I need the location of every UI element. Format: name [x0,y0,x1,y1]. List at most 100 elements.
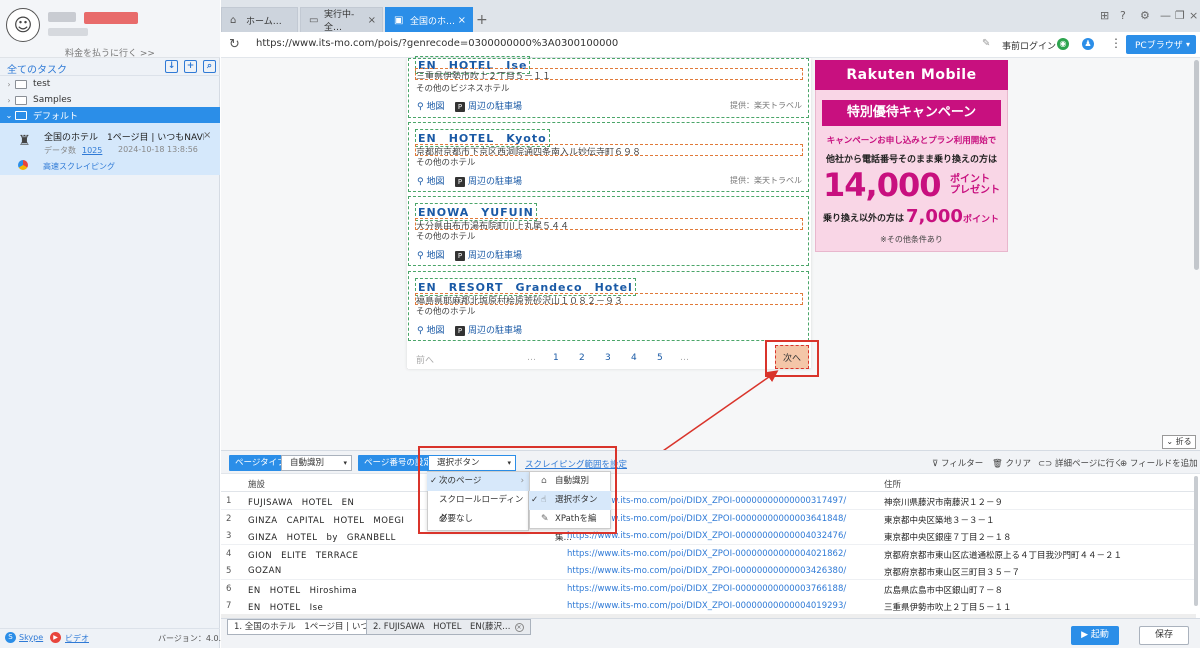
cell-name[interactable]: GINZA CAPITAL HOTEL MOEGI [248,514,404,526]
close-icon[interactable]: × [458,15,466,26]
cell-url[interactable]: https://www.its-mo.com/poi/DIDX_ZPOI-000… [567,514,867,524]
map-label: 地図 [426,251,445,261]
ad-line1: キャンペーンお申し込みとプラン利用開始で [826,136,997,146]
minimize-icon[interactable]: — [1160,9,1171,22]
filter-button[interactable]: ⊽ フィルター [932,457,983,469]
menu-item-edit-xpath[interactable]: ✎ XPathを編集… [529,510,611,543]
cell-name[interactable]: EN HOTEL Hiroshima [248,584,357,596]
map-link[interactable]: ⚲ 地図 [417,99,444,112]
cell-url[interactable]: https://www.its-mo.com/poi/DIDX_ZPOI-000… [567,566,867,576]
cell-name[interactable]: GOZAN [248,566,282,576]
page-1[interactable]: 1 [553,353,559,363]
col-address[interactable]: 住所 [884,478,901,490]
page-4[interactable]: 4 [631,353,637,363]
user-icon[interactable]: ♟ [1082,38,1094,50]
extension-icon[interactable]: ◉ [1057,38,1069,50]
cell-url[interactable]: https://www.its-mo.com/poi/DIDX_ZPOI-000… [567,584,867,594]
cell-name[interactable]: GINZA HOTEL by GRANBELL [248,531,396,543]
video-icon[interactable]: ▶ [50,632,61,643]
web-scrollbar[interactable] [1194,60,1199,270]
import-icon[interactable]: ↓ [165,60,178,73]
page-number-select[interactable]: 選択ボタン ▾ [428,455,516,471]
help-icon[interactable]: ? [1120,9,1126,22]
all-tasks-label[interactable]: 全てのタスク [7,61,67,76]
video-link[interactable]: ビデオ [65,633,89,644]
parking-link[interactable]: P 周辺の駐車場 [455,174,522,187]
task-title[interactable]: 全国のホテル 1ページ目 | いつもNAVI-ス… [44,130,204,143]
menu-item-none[interactable]: 必要なし [427,510,529,529]
cell-name[interactable]: EN HOTEL Ise [248,601,323,613]
cell-url[interactable]: https://www.its-mo.com/poi/DIDX_ZPOI-000… [567,496,867,506]
map-link[interactable]: ⚲ 地図 [417,323,444,336]
map-link[interactable]: ⚲ 地図 [417,248,444,261]
cell-address[interactable]: 京都府京都市東山区三町目３５－７ [884,566,1020,578]
scrape-range-link[interactable]: スクレイピング範囲を設定 [525,458,627,470]
close-window-icon[interactable]: × [1189,9,1198,22]
cell-name[interactable]: FUJISAWA HOTEL EN [248,496,354,508]
folder-test[interactable]: › test [0,76,220,92]
cell-url[interactable]: https://www.its-mo.com/poi/DIDX_ZPOI-000… [567,549,867,559]
parking-link[interactable]: P 周辺の駐車場 [455,248,522,261]
skype-icon[interactable]: S [5,632,16,643]
save-button[interactable]: 保存 [1139,626,1189,645]
cell-address[interactable]: 東京都中央区築地３－３－１ [884,514,995,526]
close-icon[interactable]: × [203,130,211,141]
page-type-select[interactable]: 自動識別 ▾ [281,455,352,471]
prev-page-button[interactable]: 前へ [416,353,434,366]
tab-home[interactable]: ⌂ ホーム… [221,7,298,32]
cell-url[interactable]: https://www.its-mo.com/poi/DIDX_ZPOI-000… [567,531,867,541]
folder-samples[interactable]: › Samples [0,92,220,108]
cell-address[interactable]: 神奈川県藤沢市南藤沢１２－９ [884,496,1003,508]
more-icon[interactable]: ⋮ [1110,36,1122,50]
parking-link[interactable]: P 周辺の駐車場 [455,323,522,336]
hotel-card[interactable]: EN RESORT Grandeco Hotel 福島県耶麻郡北塩原村桧原荒砂沢… [408,271,809,341]
hotel-card[interactable]: EN HOTEL Kyoto 京都府京都市下京区西洞院通四条南入ル妙伝寺町６９８… [408,122,809,192]
close-icon[interactable]: × [514,623,524,632]
count-value[interactable]: 1025 [82,146,102,155]
menu-item-scroll-loading[interactable]: スクロールローディング [427,491,529,524]
start-button[interactable]: ▶ 起動 [1071,626,1119,645]
skype-link[interactable]: Skype [19,633,43,642]
menu-item-auto-detect[interactable]: ⌂ 自動識別 [529,472,611,491]
parking-link[interactable]: P 周辺の駐車場 [455,99,522,112]
gift-icon[interactable]: ⊞ [1100,9,1109,22]
cell-address[interactable]: 広島県広島市中区銀山町７－８ [884,584,1003,596]
bottom-tab-2[interactable]: 2. FUJISAWA HOTEL EN(藤沢… × [366,619,531,635]
refresh-icon[interactable]: ↻ [229,37,240,52]
collapse-button[interactable]: ⌄ 折る [1162,435,1196,449]
search-task-icon[interactable]: ⌕ [203,60,216,73]
table-vscrollbar[interactable] [1194,476,1198,606]
map-link[interactable]: ⚲ 地図 [417,174,444,187]
tab-hotels[interactable]: ▣ 全国のホ… × [385,7,473,32]
next-page-button[interactable]: 次へ [775,345,809,369]
bottom-tab-1[interactable]: 1. 全国のホテル 1ページ目 | いつ… [227,619,385,635]
page-5[interactable]: 5 [657,353,663,363]
pre-login-button[interactable]: 事前ログイン [1002,39,1056,52]
hotel-card[interactable]: EN HOTEL Ise 三重県伊勢市吹上２丁目５－１１ その他のビジネスホテル… [408,56,809,118]
hotel-card[interactable]: ENOWA YUFUIN 大分県由布市湯布院町川上丸尾５４４ その他のホテル ⚲… [408,196,809,266]
tab-running[interactable]: ▭ 実行中-全… × [300,7,383,33]
cell-address[interactable]: 京都府京都市東山区広道通松原上る４丁目我沙門町４４－２１ [884,549,1122,561]
cell-address[interactable]: 三重県伊勢市吹上２丁目５－１１ [884,601,1012,613]
cell-name[interactable]: GION ELITE TERRACE [248,549,358,561]
page-3[interactable]: 3 [605,353,611,363]
cell-url[interactable]: https://www.its-mo.com/poi/DIDX_ZPOI-000… [567,601,867,611]
url-field[interactable]: https://www.its-mo.com/pois/?genrecode=0… [256,38,618,49]
new-tab-icon[interactable]: + [476,12,488,28]
edit-icon[interactable]: ✎ [982,38,990,49]
cell-address[interactable]: 東京都中央区銀座７丁目２－１８ [884,531,1012,543]
folder-default[interactable]: ⌄ デフォルト [0,107,220,123]
restore-icon[interactable]: ❐ [1175,9,1185,22]
add-field-button[interactable]: ⊕ フィールドを追加 [1120,457,1198,469]
col-facility[interactable]: 施設 [248,478,265,490]
page-2[interactable]: 2 [579,353,585,363]
avatar[interactable]: ☺ [6,8,40,42]
new-task-icon[interactable]: + [184,60,197,73]
clear-button[interactable]: 🗑 クリア [992,457,1031,469]
browser-mode-select[interactable]: PCブラウザ ▾ [1126,35,1196,54]
menu-item-next-page[interactable]: ✓ 次のページ › [427,472,529,491]
settings-icon[interactable]: ⚙ [1140,9,1150,22]
detail-page-button[interactable]: ⊂⊃ 詳細ページに行く [1038,457,1123,469]
close-icon[interactable]: × [368,15,376,26]
menu-item-select-button[interactable]: ✓ ☝ 選択ボタン [529,491,611,510]
